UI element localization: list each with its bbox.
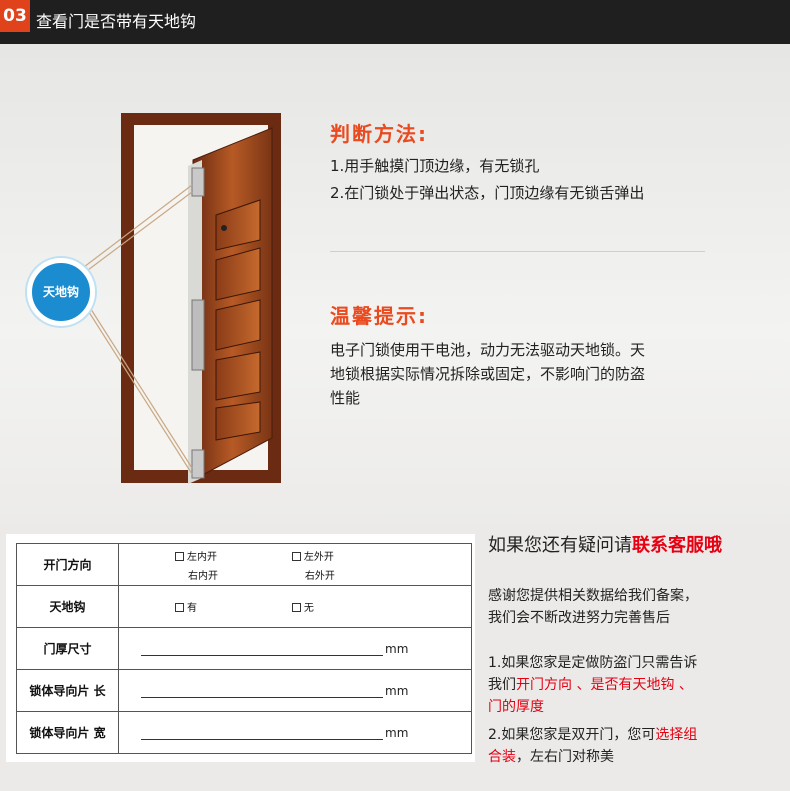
row-label: 锁体导向片 宽: [16, 711, 119, 754]
direction-options: 左内开 左外开 右内开 右外开: [118, 543, 472, 586]
contact-link[interactable]: 联系客服哦: [632, 535, 722, 556]
section-header: 03 查看门是否带有天地钩: [0, 0, 790, 44]
section-number: 03: [0, 0, 30, 32]
option-label[interactable]: 右内开: [175, 567, 288, 582]
unit-label: mm: [385, 683, 409, 698]
tip-text: 电子门锁使用干电池，动力无法驱动天地锁。天 地锁根据实际情况拆除或固定，不影响门…: [330, 341, 646, 407]
guide-length-input[interactable]: [141, 684, 383, 698]
method-item: 1.用手触摸门顶边缘，有无锁孔: [330, 157, 540, 175]
tip-title: 温馨提示:: [330, 304, 428, 328]
hook-options: 有 无: [118, 585, 472, 628]
option-checkbox[interactable]: 无: [291, 599, 314, 614]
note-double-door: 2.如果您家是双开门，您可选择组 合装，左右门对称美: [488, 727, 698, 765]
row-label: 开门方向: [16, 543, 119, 586]
thickness-input[interactable]: [141, 642, 383, 656]
divider: [330, 251, 705, 252]
option-checkbox[interactable]: 有: [175, 599, 288, 614]
row-label: 天地钩: [16, 585, 119, 628]
contact-heading: 如果您还有疑问请联系客服哦: [488, 535, 722, 556]
section-title: 查看门是否带有天地钩: [36, 12, 197, 31]
note-custom-door: 1.如果您家是定做防盗门只需告诉 我们开门方向 、是否有天地钩 、 门的厚度: [488, 655, 698, 715]
table-row: 开门方向 左内开 左外开 右内开 右外开: [16, 543, 472, 586]
option-label[interactable]: 右外开: [292, 567, 335, 582]
table-row: 天地钩 有 无: [16, 585, 472, 628]
guide-width-input[interactable]: [141, 726, 383, 740]
info-form: 开门方向 左内开 左外开 右内开 右外开 天地钩 有 无 门厚尺寸 mm 锁体导…: [6, 534, 475, 762]
row-label: 锁体导向片 长: [16, 669, 119, 712]
thanks-text: 感谢您提供相关数据给我们备案， 我们会不断改进努力完善售后: [488, 588, 698, 626]
option-checkbox[interactable]: 左外开: [291, 548, 334, 563]
info-table: 开门方向 左内开 左外开 右内开 右外开 天地钩 有 无 门厚尺寸 mm 锁体导…: [16, 543, 472, 754]
unit-label: mm: [385, 641, 409, 656]
unit-label: mm: [385, 725, 409, 740]
table-row: 锁体导向片 长 mm: [16, 669, 472, 712]
table-row: 门厚尺寸 mm: [16, 627, 472, 670]
option-checkbox[interactable]: 左内开: [175, 548, 288, 563]
table-row: 锁体导向片 宽 mm: [16, 711, 472, 754]
method-item: 2.在门锁处于弹出状态，门顶边缘有无锁舌弹出: [330, 184, 645, 202]
row-label: 门厚尺寸: [16, 627, 119, 670]
tiandigou-badge: 天地钩: [27, 258, 95, 326]
method-title: 判断方法:: [330, 122, 428, 146]
